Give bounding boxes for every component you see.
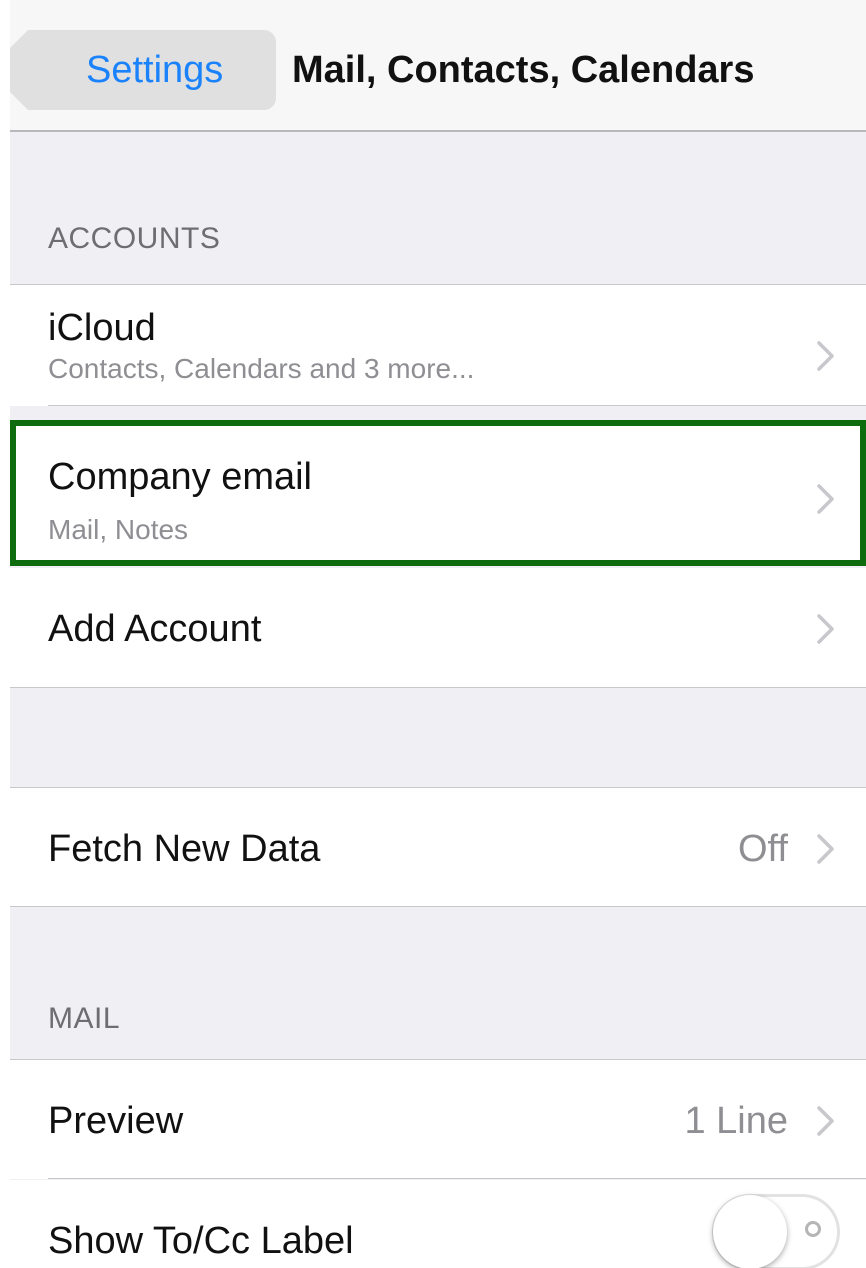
- section-header-accounts: ACCOUNTS: [48, 222, 221, 255]
- account-title-company-email: Company email: [48, 456, 312, 498]
- row-separator: [48, 1178, 866, 1179]
- account-subtitle-icloud: Contacts, Calendars and 3 more...: [48, 353, 475, 384]
- account-title-icloud: iCloud: [48, 307, 156, 349]
- fetch-new-data-value: Off: [738, 828, 788, 870]
- fetch-new-data-row[interactable]: Fetch New Data Off: [10, 787, 866, 907]
- navigation-bar: Settings Mail, Contacts, Calendars: [10, 0, 866, 132]
- show-tocc-toggle[interactable]: [712, 1194, 840, 1268]
- page-title: Mail, Contacts, Calendars: [292, 49, 755, 91]
- chevron-right-icon: [817, 614, 834, 644]
- fetch-new-data-label: Fetch New Data: [48, 828, 321, 870]
- account-subtitle-company-email: Mail, Notes: [48, 514, 189, 545]
- chevron-right-icon: [817, 484, 834, 514]
- chevron-right-icon: [817, 341, 834, 371]
- back-button[interactable]: Settings: [10, 30, 276, 110]
- chevron-right-icon: [817, 1106, 834, 1136]
- preview-value: 1 Line: [684, 1100, 788, 1142]
- section-header-mail: MAIL: [48, 1002, 121, 1035]
- toggle-off-icon: [805, 1221, 821, 1237]
- preview-label: Preview: [48, 1100, 184, 1142]
- add-account-label: Add Account: [48, 608, 262, 650]
- toggle-knob: [713, 1195, 787, 1268]
- settings-screen: Settings Mail, Contacts, Calendars ACCOU…: [10, 0, 866, 1268]
- account-row-icloud[interactable]: iCloud Contacts, Calendars and 3 more...: [10, 284, 866, 406]
- preview-row[interactable]: Preview 1 Line: [10, 1059, 866, 1179]
- add-account-row[interactable]: Add Account: [10, 568, 866, 688]
- account-row-company-email[interactable]: Company email Mail, Notes: [10, 420, 866, 566]
- row-separator: [48, 405, 866, 406]
- show-tocc-label: Show To/Cc Label: [48, 1220, 354, 1262]
- chevron-right-icon: [817, 834, 834, 864]
- back-button-label: Settings: [86, 49, 224, 91]
